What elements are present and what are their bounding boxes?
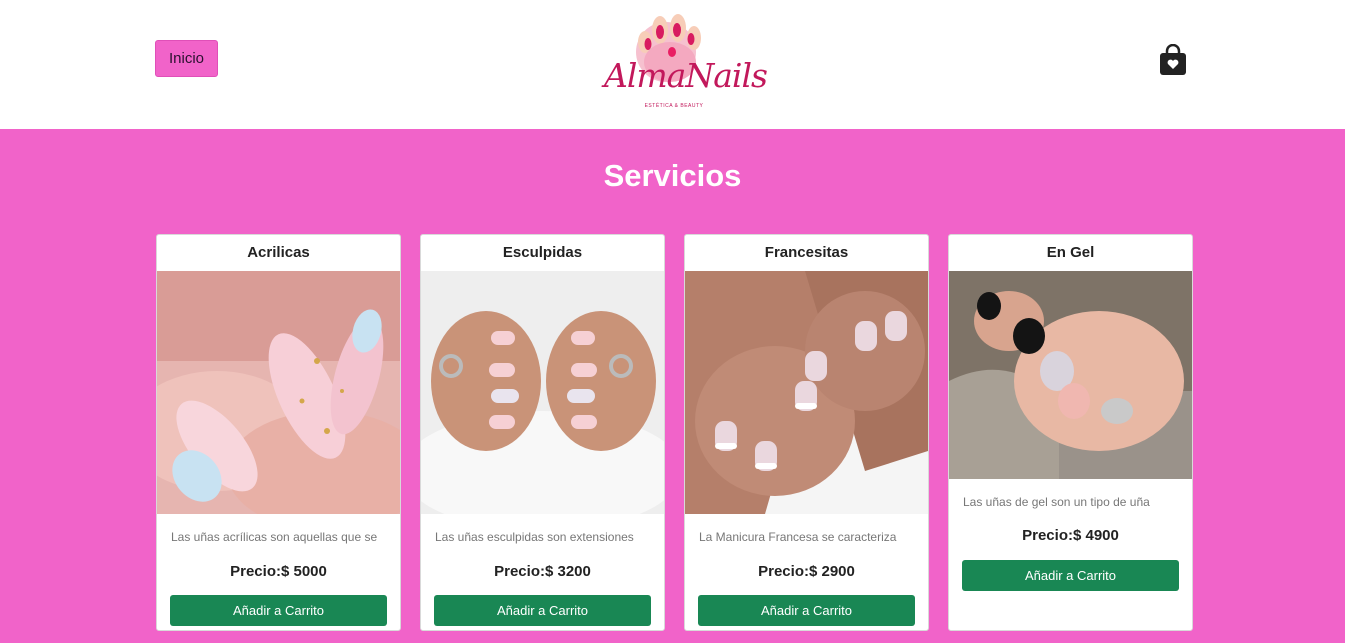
sculpted-nails-image [421,271,664,514]
service-card-esculpidas: Esculpidas Las uñas esculpidas son exten… [420,234,665,631]
card-price: Precio:$ 5000 [230,563,327,580]
card-description: Las uñas acrílicas son aquellas que se [171,530,378,544]
card-description: Las uñas esculpidas son extensiones [435,530,634,544]
logo-subtitle: ESTÉTICA & BEAUTY [644,103,704,109]
card-price: Precio:$ 4900 [1022,527,1119,544]
acrylic-nails-image [157,271,400,514]
add-to-cart-button[interactable]: Añadir a Carrito [698,595,915,626]
card-description: La Manicura Francesa se caracteriza [699,530,897,544]
service-card-acrilicas: Acrilicas Las uñas acrílicas son aquella… [156,234,401,631]
card-title: Acrilicas [247,244,310,261]
add-to-cart-button[interactable]: Añadir a Carrito [962,560,1179,591]
card-description: Las uñas de gel son un tipo de uña [963,495,1150,509]
add-to-cart-button[interactable]: Añadir a Carrito [170,595,387,626]
card-price: Precio:$ 2900 [758,563,855,580]
card-price: Precio:$ 3200 [494,563,591,580]
site-header: Inicio AlmaNails ESTÉTICA & BEAUTY [0,0,1345,129]
card-title: Francesitas [764,244,849,261]
inicio-nav-button[interactable]: Inicio [155,40,218,77]
shopping-bag-heart-icon[interactable] [1159,44,1187,76]
logo-text: AlmaNails [604,56,768,95]
service-card-francesitas: Francesitas La Manicura Francesa se cara… [684,234,929,631]
add-to-cart-button[interactable]: Añadir a Carrito [434,595,651,626]
section-title: Servicios [603,158,742,193]
card-title: Esculpidas [502,244,583,261]
almanails-logo[interactable]: AlmaNails ESTÉTICA & BEAUTY [600,14,768,114]
card-title: En Gel [1046,244,1095,261]
gel-nails-image [949,271,1192,479]
french-nails-image [685,271,928,514]
service-card-en-gel: En Gel Las uñas de gel son un tipo de uñ… [948,234,1193,631]
